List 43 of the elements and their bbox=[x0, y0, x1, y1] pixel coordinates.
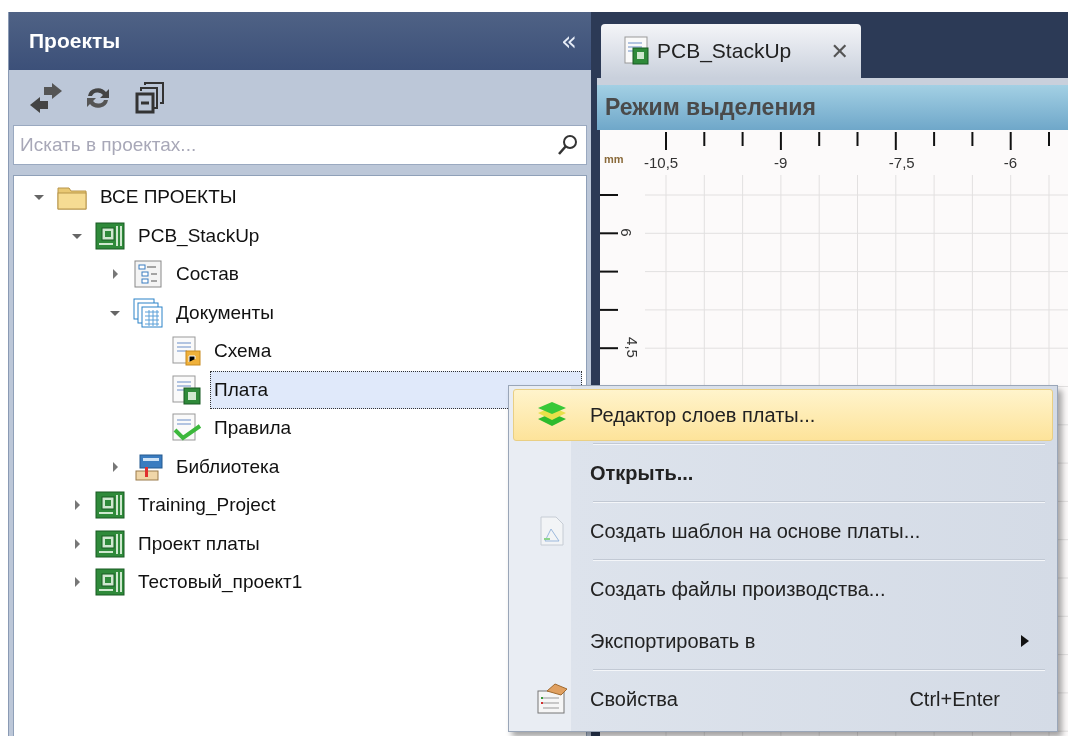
circuit-board-icon bbox=[94, 219, 126, 252]
tree-item[interactable]: Тестовый_проект1 bbox=[134, 563, 307, 602]
tree-item[interactable]: Правила bbox=[210, 409, 296, 448]
panel-title: Проекты bbox=[29, 29, 121, 53]
search-field[interactable]: Искать в проектах... bbox=[13, 125, 587, 165]
ruler-label: 4,5 bbox=[623, 337, 641, 359]
mode-title: Режим выделения bbox=[597, 85, 1068, 130]
circuit-board-icon bbox=[94, 566, 126, 599]
tree-item[interactable]: Схема bbox=[210, 332, 276, 371]
search-icon[interactable] bbox=[557, 134, 579, 156]
stacked-documents-icon bbox=[132, 296, 164, 329]
schematic-document-icon bbox=[170, 335, 202, 368]
menu-item[interactable]: Открыть... bbox=[513, 447, 1053, 499]
tree-item[interactable]: ВСЕ ПРОЕКТЫ bbox=[96, 178, 241, 217]
tree-item[interactable]: Состав bbox=[172, 255, 243, 294]
ruler-label: -9 bbox=[773, 154, 788, 171]
shortcut-label: Ctrl+Enter bbox=[909, 687, 1000, 711]
tree-item[interactable]: Библиотека bbox=[172, 447, 284, 486]
faded-document-icon bbox=[539, 515, 565, 547]
tree-list-icon bbox=[132, 258, 164, 291]
ruler-label: -10,5 bbox=[644, 154, 679, 171]
board-document-icon bbox=[170, 373, 202, 406]
document-tab[interactable]: PCB_StackUp ✕ bbox=[601, 24, 861, 78]
tree-item[interactable]: Проект платы bbox=[134, 524, 264, 563]
unit-label: mm bbox=[604, 153, 624, 165]
menu-item[interactable]: Свойства Ctrl+Enter bbox=[513, 673, 1053, 725]
menu-item[interactable]: Экспортировать в bbox=[513, 615, 1053, 667]
ruler-label: -7,5 bbox=[888, 154, 915, 171]
menu-item[interactable]: Редактор слоев платы... bbox=[513, 389, 1053, 441]
collapse-panel-button[interactable]: « bbox=[561, 28, 577, 54]
swap-arrows-icon[interactable] bbox=[29, 80, 63, 115]
menu-item[interactable]: Создать файлы производства... bbox=[513, 563, 1053, 615]
collapse-all-icon[interactable] bbox=[133, 80, 167, 115]
tree-item[interactable]: Training_Project bbox=[134, 486, 280, 525]
circuit-board-icon bbox=[94, 527, 126, 560]
ruler-label: 6 bbox=[617, 228, 635, 237]
menu-item[interactable]: Создать шаблон на основе платы... bbox=[513, 505, 1053, 557]
ruler-label: -6 bbox=[1003, 154, 1018, 171]
tree-item[interactable]: Документы bbox=[172, 293, 278, 332]
tree-item[interactable]: PCB_StackUp bbox=[134, 216, 264, 255]
circuit-board-icon bbox=[94, 489, 126, 522]
close-tab-button[interactable]: ✕ bbox=[830, 38, 849, 64]
properties-icon bbox=[535, 682, 569, 716]
